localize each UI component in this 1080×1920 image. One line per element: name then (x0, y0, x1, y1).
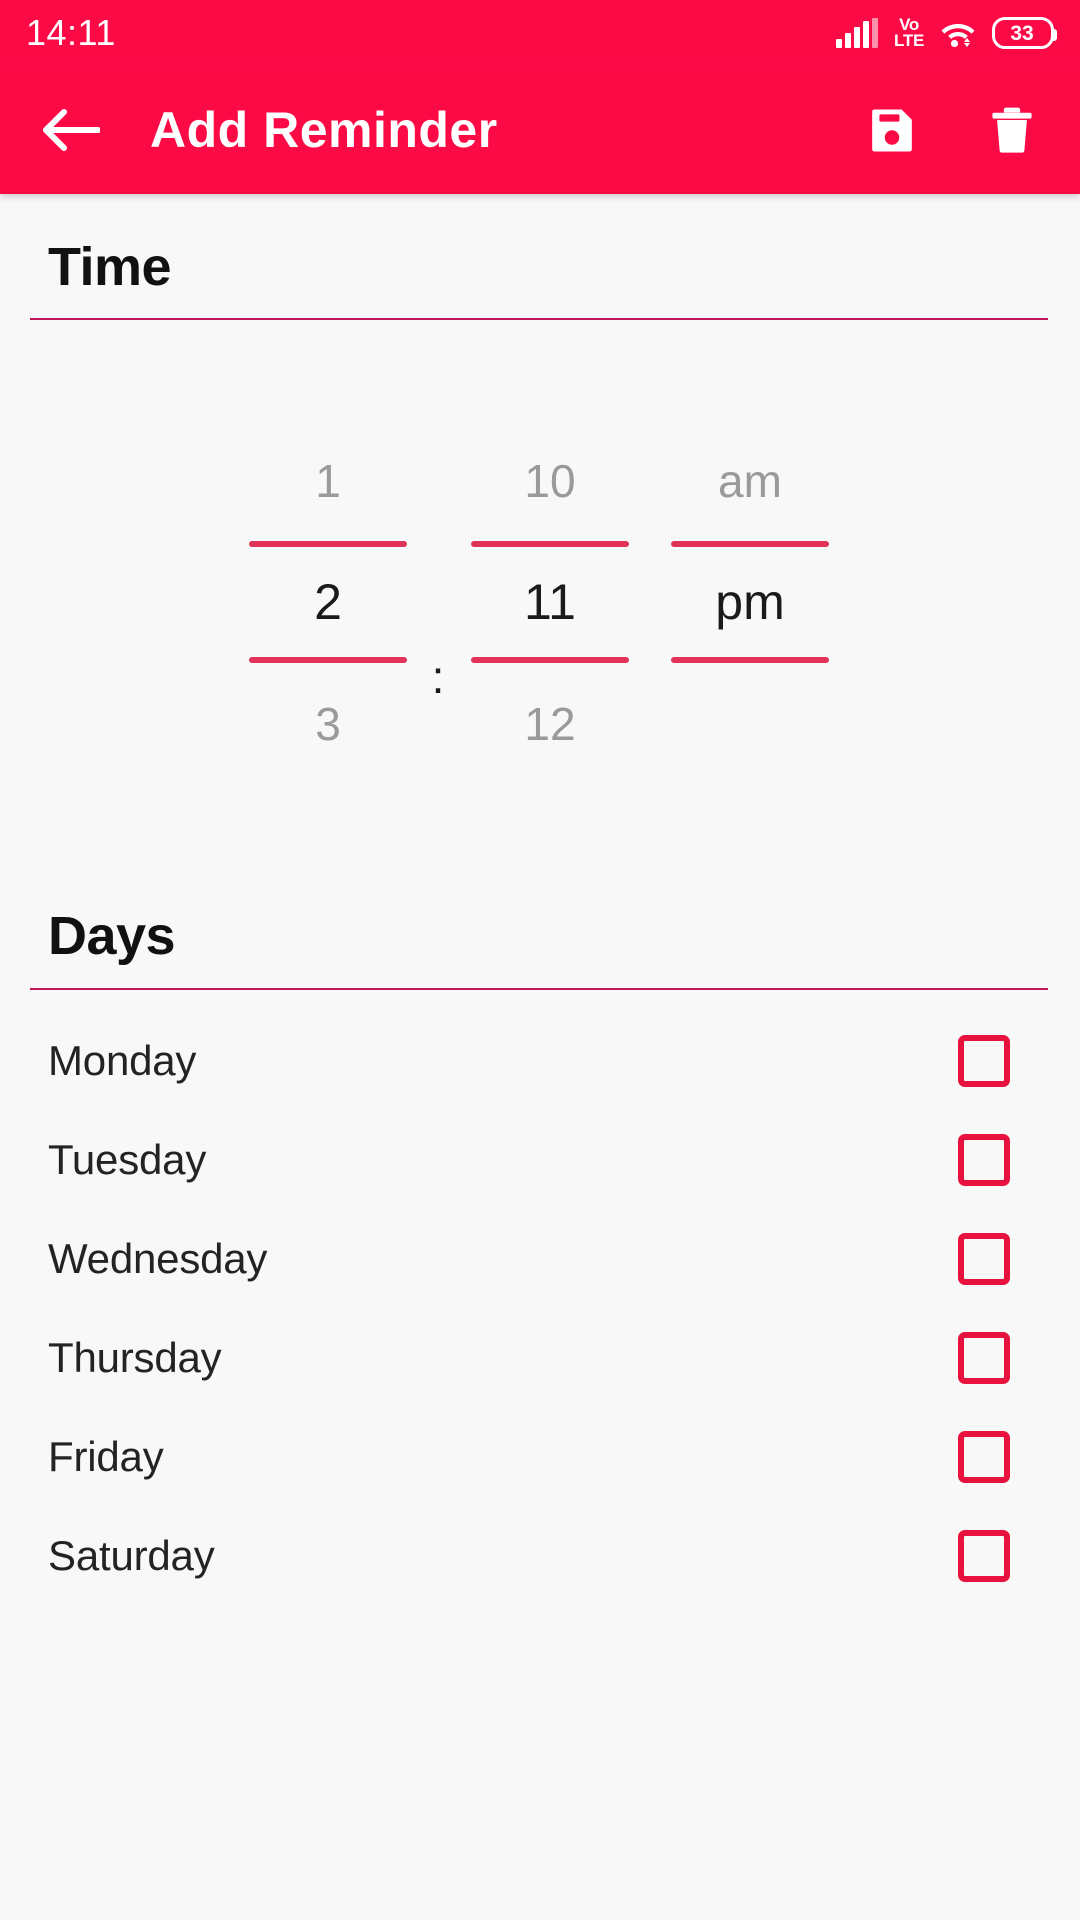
day-checkbox-tuesday[interactable] (958, 1134, 1010, 1187)
trash-icon (992, 107, 1032, 153)
minute-bottom-divider (471, 657, 629, 664)
app-bar: Add Reminder (0, 66, 1080, 194)
day-checkbox-friday[interactable] (958, 1431, 1010, 1484)
minute-current-value[interactable]: 11 (524, 547, 576, 657)
days-section: Days Monday Tuesday Wednesday Thursday F… (0, 863, 1080, 1605)
day-checkbox-monday[interactable] (958, 1035, 1010, 1088)
days-section-divider (30, 987, 1048, 990)
table-row[interactable]: Monday (0, 1012, 1080, 1111)
days-section-title: Days (48, 906, 176, 967)
hour-next-value[interactable]: 3 (315, 681, 341, 767)
table-row[interactable]: Wednesday (0, 1210, 1080, 1309)
add-reminder-screen: 14:11 Vo LTE 33 Add Reminder Time 1 2 3 … (0, 0, 1080, 1920)
day-label: Friday (48, 1433, 164, 1481)
minute-next-value[interactable]: 12 (524, 681, 575, 767)
table-row[interactable]: Tuesday (0, 1111, 1080, 1210)
day-label: Saturday (48, 1532, 215, 1580)
status-icon-group: Vo LTE 33 (836, 16, 1057, 50)
hour-picker[interactable]: 1 2 3 (230, 438, 426, 767)
back-button[interactable] (40, 99, 102, 161)
arrow-left-icon (43, 109, 100, 151)
meridiem-bottom-divider (671, 657, 829, 664)
status-clock: 14:11 (26, 12, 116, 53)
day-label: Tuesday (48, 1136, 207, 1184)
hour-bottom-divider (249, 657, 407, 664)
save-floppy-icon (872, 109, 912, 152)
day-label: Monday (48, 1037, 197, 1085)
hour-previous-value[interactable]: 1 (315, 438, 341, 524)
volte-icon: Vo LTE (894, 16, 924, 50)
day-checkbox-thursday[interactable] (958, 1332, 1010, 1385)
battery-percent: 33 (1010, 21, 1034, 45)
page-title: Add Reminder (150, 102, 498, 158)
day-label: Wednesday (48, 1235, 268, 1283)
app-bar-actions (862, 100, 1042, 160)
meridiem-picker[interactable]: am pm (650, 438, 850, 767)
day-list: Monday Tuesday Wednesday Thursday Friday (0, 1012, 1080, 1606)
time-section-title: Time (48, 237, 172, 297)
minute-picker[interactable]: 10 11 12 (450, 438, 650, 767)
table-row[interactable]: Friday (0, 1408, 1080, 1507)
minute-previous-value[interactable]: 10 (524, 438, 575, 524)
status-bar: 14:11 Vo LTE 33 (0, 0, 1080, 66)
table-row[interactable]: Saturday (0, 1507, 1080, 1606)
time-section: Time 1 2 3 : 10 11 12 am pm (0, 194, 1080, 767)
days-section-header: Days (48, 863, 1048, 967)
time-section-header: Time (48, 194, 1048, 297)
volte-line-2: LTE (894, 31, 924, 50)
meridiem-previous-value[interactable]: am (718, 438, 782, 524)
save-button[interactable] (862, 100, 922, 160)
hour-current-value[interactable]: 2 (314, 547, 342, 657)
day-label: Thursday (48, 1334, 222, 1382)
time-separator: : (431, 651, 445, 704)
table-row[interactable]: Thursday (0, 1309, 1080, 1408)
signal-bars-icon (836, 18, 879, 48)
wifi-icon (941, 24, 975, 48)
content-area: Time 1 2 3 : 10 11 12 am pm Days Monday … (0, 194, 1080, 1920)
meridiem-current-value[interactable]: pm (715, 547, 784, 657)
delete-button[interactable] (982, 100, 1042, 160)
battery-icon: 33 (992, 17, 1057, 49)
day-checkbox-saturday[interactable] (958, 1530, 1010, 1583)
day-checkbox-wednesday[interactable] (958, 1233, 1010, 1286)
time-picker: 1 2 3 : 10 11 12 am pm (0, 320, 1080, 767)
